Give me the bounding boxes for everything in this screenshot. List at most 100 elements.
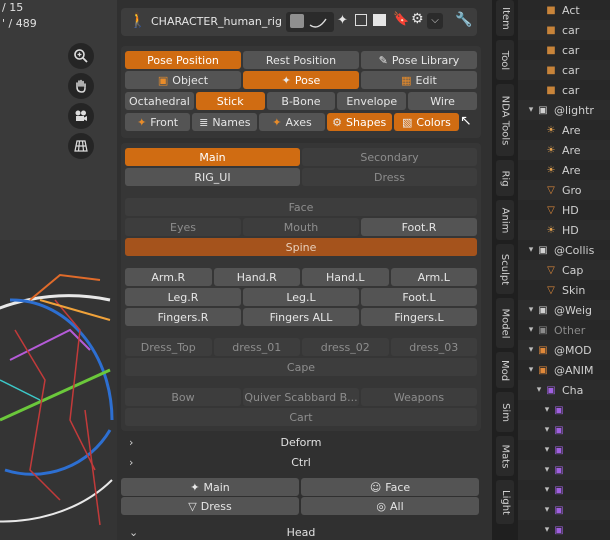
cart-button[interactable]: Cart	[125, 408, 477, 426]
mouth-button[interactable]: Mouth	[243, 218, 359, 236]
expand-arrow-icon[interactable]: ▾	[542, 505, 552, 515]
outliner-row[interactable]: ☀ Are	[518, 160, 610, 180]
stick-button[interactable]: Stick	[195, 92, 265, 110]
tab-item[interactable]: Item	[496, 0, 514, 36]
dress-02-button[interactable]: dress_02	[302, 338, 389, 356]
face-toggle-button[interactable]: ☺ Face	[301, 478, 479, 496]
outliner-row[interactable]: ▾ ▣ @ANIM	[518, 360, 610, 380]
outliner-row[interactable]: ▾ ▣	[518, 440, 610, 460]
pose-position-button[interactable]: Pose Position	[125, 51, 241, 69]
outliner-row[interactable]: ■ car	[518, 20, 610, 40]
wire-button[interactable]: Wire	[408, 92, 477, 110]
eyes-button[interactable]: Eyes	[125, 218, 241, 236]
outliner-row[interactable]: ▾ ▣	[518, 500, 610, 520]
tab-main[interactable]: Main	[125, 148, 300, 166]
tools-icon[interactable]: 🔧	[455, 12, 472, 28]
outliner-row[interactable]: ▽ HD	[518, 200, 610, 220]
quiver-button[interactable]: Quiver Scabbard B...	[243, 388, 359, 406]
outliner-row[interactable]: ▾ ▣	[518, 400, 610, 420]
shapes-button[interactable]: ⚙ Shapes	[326, 113, 392, 131]
expand-arrow-icon[interactable]: ▾	[542, 525, 552, 535]
zoom-icon[interactable]	[68, 43, 94, 69]
outliner-row[interactable]: ▾ ▣	[518, 520, 610, 540]
outliner-row[interactable]: ▾ ▣	[518, 420, 610, 440]
outliner-row[interactable]: ▾ ▣ @Weig	[518, 300, 610, 320]
fingers-all-button[interactable]: Fingers ALL	[243, 308, 359, 326]
tab-mats[interactable]: Mats	[496, 436, 514, 476]
main-toggle-button[interactable]: ✦ Main	[121, 478, 299, 496]
tab-sculpt[interactable]: Sculpt	[496, 244, 514, 294]
pose-mode-icon[interactable]: ✦	[337, 13, 348, 28]
foot-l-button[interactable]: Foot.L	[361, 288, 477, 306]
dress-toggle-button[interactable]: ▽ Dress	[121, 497, 299, 515]
envelope-button[interactable]: Envelope	[337, 92, 407, 110]
outliner-row[interactable]: ■ Act	[518, 0, 610, 20]
names-button[interactable]: ≣ Names	[192, 113, 258, 131]
tab-rig-ui[interactable]: RIG_UI	[125, 168, 300, 186]
head-panel-header[interactable]: ⌄ Head	[125, 523, 477, 540]
tab-tool[interactable]: Tool	[496, 40, 514, 80]
all-toggle-button[interactable]: ◎ All	[301, 497, 479, 515]
gear-icon[interactable]: ⚙	[411, 11, 424, 27]
expand-arrow-icon[interactable]: ▾	[534, 385, 544, 395]
outliner-row[interactable]: ▾ ▣	[518, 480, 610, 500]
bookmark-icon[interactable]: 🔖	[393, 12, 409, 27]
grid-view-icon[interactable]	[68, 133, 94, 159]
outliner-row[interactable]: ▾ ▣	[518, 460, 610, 480]
front-button[interactable]: ✦ Front	[125, 113, 191, 131]
bow-button[interactable]: Bow	[125, 388, 241, 406]
expand-arrow-icon[interactable]: ▾	[526, 245, 536, 255]
tab-secondary[interactable]: Secondary	[302, 148, 477, 166]
3d-viewport[interactable]: / 15 ' / 489	[0, 0, 117, 540]
expand-arrow-icon[interactable]: ▾	[542, 465, 552, 475]
window-icon[interactable]	[355, 14, 367, 26]
outliner-row[interactable]: ☀ Are	[518, 120, 610, 140]
expand-arrow-icon[interactable]: ▾	[542, 405, 552, 415]
fingers-r-button[interactable]: Fingers.R	[125, 308, 241, 326]
expand-arrow-icon[interactable]: ▾	[526, 325, 536, 335]
ctrl-panel-header[interactable]: › Ctrl	[125, 453, 477, 471]
outliner-row[interactable]: ▽ Cap	[518, 260, 610, 280]
outliner-row[interactable]: ▾ ▣ @Collis	[518, 240, 610, 260]
outliner-row[interactable]: ▾ ▣ @lightr	[518, 100, 610, 120]
octahedral-button[interactable]: Octahedral	[125, 92, 194, 110]
expand-arrow-icon[interactable]: ▾	[542, 445, 552, 455]
outliner-row[interactable]: ▽ Skin	[518, 280, 610, 300]
tab-rig[interactable]: Rig	[496, 160, 514, 196]
archive-icon[interactable]	[373, 14, 386, 26]
axes-button[interactable]: ✦ Axes	[259, 113, 325, 131]
rig-selector[interactable]	[286, 12, 334, 32]
outliner-row[interactable]: ▽ Gro	[518, 180, 610, 200]
expand-arrow-icon[interactable]: ▾	[526, 365, 536, 375]
object-mode-button[interactable]: ▣ Object	[125, 71, 241, 89]
spine-button[interactable]: Spine	[125, 238, 477, 256]
pan-hand-icon[interactable]	[68, 73, 94, 99]
arm-l-button[interactable]: Arm.L	[390, 268, 477, 286]
expand-arrow-icon[interactable]: ▾	[526, 345, 536, 355]
tab-mod[interactable]: Mod	[496, 352, 514, 388]
fingers-l-button[interactable]: Fingers.L	[361, 308, 477, 326]
pose-library-button[interactable]: ✎ Pose Library	[361, 51, 477, 69]
tab-dress[interactable]: Dress	[302, 168, 477, 186]
leg-l-button[interactable]: Leg.L	[243, 288, 359, 306]
weapons-button[interactable]: Weapons	[361, 388, 477, 406]
outliner-row[interactable]: ▾ ▣ Cha	[518, 380, 610, 400]
cape-button[interactable]: Cape	[125, 358, 477, 376]
pose-mode-button[interactable]: ✦ Pose	[243, 71, 359, 89]
expand-arrow-icon[interactable]: ▾	[526, 105, 536, 115]
arm-r-button[interactable]: Arm.R	[125, 268, 212, 286]
tab-sim[interactable]: Sim	[496, 392, 514, 432]
hand-r-button[interactable]: Hand.R	[213, 268, 300, 286]
tab-model[interactable]: Model	[496, 298, 514, 348]
hand-l-button[interactable]: Hand.L	[302, 268, 389, 286]
expand-arrow-icon[interactable]: ▾	[542, 425, 552, 435]
outliner-row[interactable]: ☀ HD	[518, 220, 610, 240]
dress-top-button[interactable]: Dress_Top	[125, 338, 212, 356]
outliner-row[interactable]: ☀ Are	[518, 140, 610, 160]
dress-03-button[interactable]: dress_03	[390, 338, 477, 356]
tab-anim[interactable]: Anim	[496, 200, 514, 240]
chevron-down-icon[interactable]: ⌵	[427, 13, 443, 29]
face-button[interactable]: Face	[125, 198, 477, 216]
outliner-row[interactable]: ■ car	[518, 40, 610, 60]
camera-view-icon[interactable]	[68, 103, 94, 129]
